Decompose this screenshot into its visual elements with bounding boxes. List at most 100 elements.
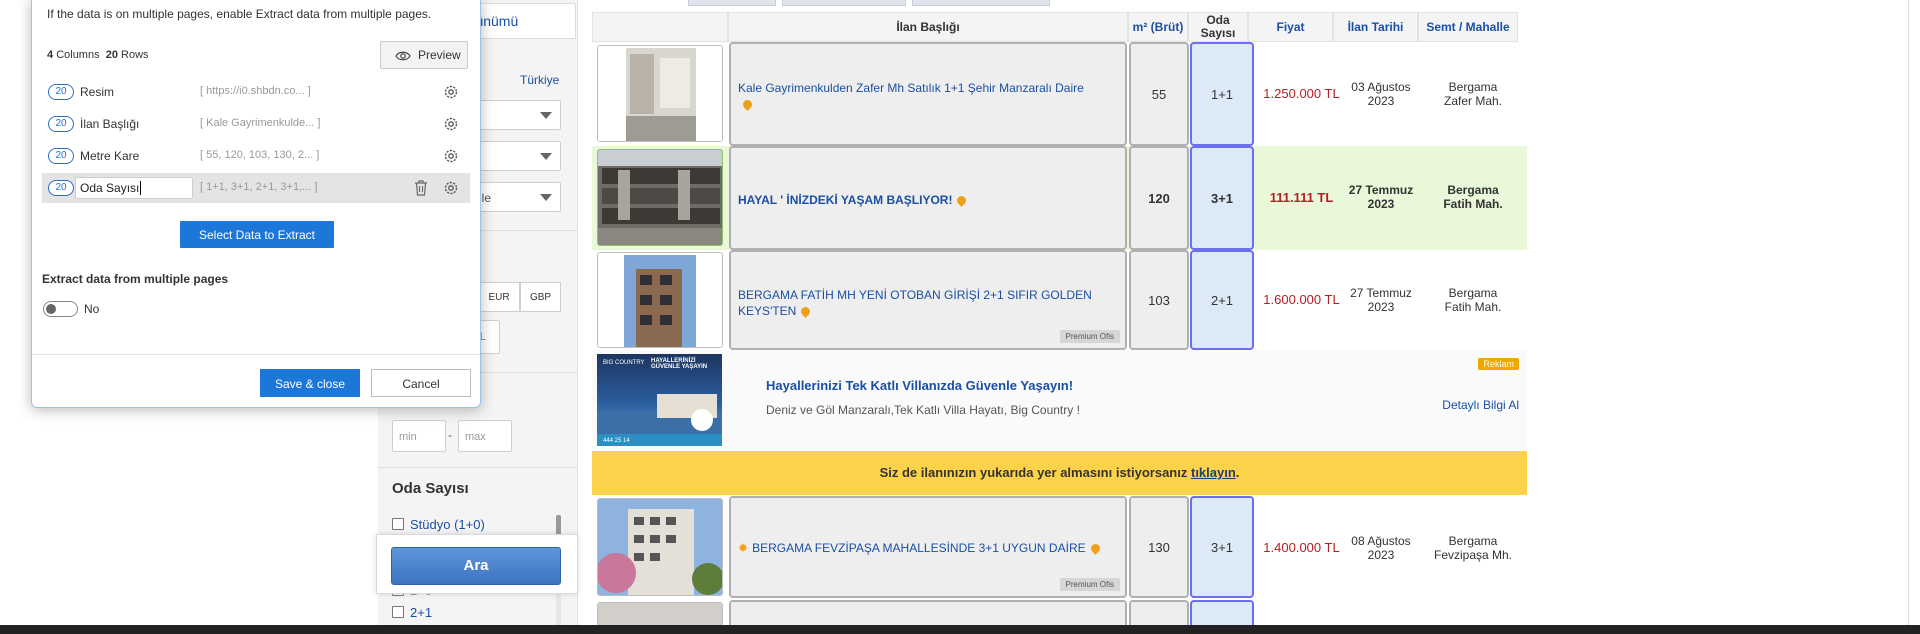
header-title[interactable]: İlan Başlığı <box>728 12 1128 42</box>
multi-page-toggle[interactable] <box>43 301 78 317</box>
title-cell[interactable]: BERGAMA FATİH MH YENİ OTOBAN GİRİŞİ 2+1 … <box>729 250 1127 350</box>
listing-thumbnail[interactable] <box>597 252 723 348</box>
title-cell[interactable]: HAYAL ' İNİZDEKİ YAŞAM BAŞLIYOR! <box>729 146 1127 250</box>
field-count-badge: 20 <box>48 148 74 164</box>
listing-date: 08 Ağustos 2023 <box>1337 534 1425 562</box>
title-cell[interactable]: ✸ BERGAMA FEVZİPAŞA MAHALLESİNDE 3+1 UYGU… <box>729 496 1127 598</box>
listing-title: Kale Gayrimenkulden Zafer Mh Satılık 1+1… <box>738 81 1084 95</box>
date-line1: 27 Temmuz <box>1350 286 1412 300</box>
field-row-metre-kare[interactable]: 20 Metre Kare [ 55, 120, 103, 130, 2... … <box>42 141 470 171</box>
rooms-value: 2+1 <box>1210 292 1234 308</box>
max-input[interactable]: max <box>458 420 512 452</box>
field-row-resim[interactable]: 20 Resim [ https://i0.shbdn.co... ] <box>42 77 470 107</box>
ad-title[interactable]: Hayallerinizi Tek Katlı Villanızda Güven… <box>766 378 1073 393</box>
table-row[interactable]: HAYAL ' İNİZDEKİ YAŞAM BAŞLIYOR! 120 3+1… <box>592 146 1527 250</box>
currency-gbp-button[interactable]: GBP <box>520 282 561 312</box>
header-date[interactable]: İlan Tarihi <box>1333 12 1418 42</box>
header-price[interactable]: Fiyat <box>1248 12 1333 42</box>
search-button[interactable]: Ara <box>391 547 561 585</box>
trash-icon[interactable] <box>413 179 429 197</box>
room-option-studio[interactable]: Stüdyo (1+0) <box>392 517 485 532</box>
checkbox[interactable] <box>392 518 404 530</box>
tab-stub[interactable] <box>782 0 906 6</box>
header-image <box>592 12 728 42</box>
save-close-button[interactable]: Save & close <box>260 369 360 397</box>
room-option-2-1[interactable]: 2+1 <box>392 605 432 620</box>
search-button-container: Ara <box>376 534 578 594</box>
price-value: 1.250.000 TL <box>1263 86 1340 101</box>
header-location[interactable]: Semt / Mahalle <box>1418 12 1518 42</box>
preview-button[interactable]: Preview <box>380 41 468 69</box>
range-dash: - <box>448 428 452 442</box>
chevron-down-icon <box>540 112 552 119</box>
field-name[interactable]: İlan Başlığı <box>80 117 139 131</box>
field-name[interactable]: Resim <box>80 85 114 99</box>
listing-title-link[interactable]: BERGAMA FATİH MH YENİ OTOBAN GİRİŞİ 2+1 … <box>738 287 1098 319</box>
select-data-button[interactable]: Select Data to Extract <box>180 221 334 248</box>
ad-headline-line2: GÜVENLE YAŞAYIN <box>651 364 708 370</box>
location: Bergama Zafer Mah. <box>1425 80 1521 108</box>
sponsored-ad[interactable]: BIG COUNTRY HAYALLERİNİZİ GÜVENLE YAŞAYIN… <box>592 350 1527 450</box>
ad-more-info-link[interactable]: Detaylı Bilgi Al <box>1442 398 1519 412</box>
gear-icon[interactable] <box>442 179 460 197</box>
promo-link[interactable]: tıklayın <box>1191 465 1236 480</box>
listing-thumbnail[interactable] <box>597 498 723 596</box>
price-value: 111.111 TL <box>1269 190 1334 205</box>
table-row[interactable]: ✸ BERGAMA FEVZİPAŞA MAHALLESİNDE 3+1 UYGU… <box>592 496 1527 598</box>
ad-image[interactable]: BIG COUNTRY HAYALLERİNİZİ GÜVENLE YAŞAYIN… <box>597 354 722 446</box>
country-link[interactable]: Türkiye <box>520 73 559 87</box>
listing-title: BERGAMA FEVZİPAŞA MAHALLESİNDE 3+1 UYGUN… <box>752 541 1086 555</box>
field-name[interactable]: Metre Kare <box>80 149 139 163</box>
m2-cell: 120 <box>1129 146 1189 250</box>
date-line1: 08 Ağustos <box>1351 534 1411 548</box>
table-row[interactable]: BERGAMA FATİH MH YENİ OTOBAN GİRİŞİ 2+1 … <box>592 250 1527 350</box>
field-row-oda-sayisi[interactable]: 20 Oda Sayısı [ 1+1, 3+1, 2+1, 3+1,... ] <box>42 173 470 203</box>
building-photo <box>598 253 722 347</box>
m2-value: 130 <box>1148 539 1170 555</box>
extraction-dialog: If the data is on multiple pages, enable… <box>31 0 481 408</box>
m2-value: 55 <box>1151 86 1167 102</box>
date-line1: 03 Ağustos <box>1351 80 1411 94</box>
promo-banner: Siz de ilanınızın yukarıda yer almasını … <box>592 451 1527 495</box>
rooms-cell: 3+1 <box>1190 496 1254 598</box>
columns-rows-summary: 4 Columns 20 Rows <box>47 49 149 61</box>
field-sample: [ Kale Gayrimenkulde... ] <box>200 117 321 129</box>
scroll-edge <box>1908 0 1909 634</box>
table-row[interactable]: Kale Gayrimenkulden Zafer Mh Satılık 1+1… <box>592 42 1527 146</box>
tab-stub[interactable] <box>688 0 776 6</box>
premium-badge: Premium Ofis <box>1059 330 1120 343</box>
listing-thumbnail[interactable] <box>597 45 723 142</box>
currency-eur-button[interactable]: EUR <box>478 282 520 312</box>
price-value: 1.600.000 TL <box>1263 292 1340 307</box>
gear-icon[interactable] <box>442 83 460 101</box>
header-m2[interactable]: m² (Brüt) <box>1128 12 1188 42</box>
screen: örünümü Türkiye lle EUR GBP TL min - max… <box>0 0 1920 634</box>
tab-stub[interactable] <box>912 0 1050 6</box>
field-row-ilan-basligi[interactable]: 20 İlan Başlığı [ Kale Gayrimenkulde... … <box>42 109 470 139</box>
listing-title-link[interactable]: ✸ BERGAMA FEVZİPAŞA MAHALLESİNDE 3+1 UYGU… <box>738 540 1118 556</box>
field-sample: [ 1+1, 3+1, 2+1, 3+1,... ] <box>200 181 318 193</box>
listing-title-link[interactable]: Kale Gayrimenkulden Zafer Mh Satılık 1+1… <box>738 80 1118 112</box>
field-name-input[interactable]: Oda Sayısı <box>75 177 193 199</box>
gear-icon[interactable] <box>442 115 460 133</box>
checkbox[interactable] <box>392 606 404 618</box>
toggle-state-label: No <box>84 302 100 316</box>
field-sample: [ 55, 120, 103, 130, 2... ] <box>200 149 320 161</box>
header-rooms[interactable]: Oda Sayısı <box>1188 12 1248 42</box>
date-line2: 2023 <box>1367 197 1395 211</box>
gear-icon[interactable] <box>442 147 460 165</box>
listing-date: 03 Ağustos 2023 <box>1337 80 1425 108</box>
listing-title-link[interactable]: HAYAL ' İNİZDEKİ YAŞAM BAŞLIYOR! <box>738 192 1118 208</box>
min-input[interactable]: min <box>392 420 446 452</box>
listing-date: 27 Temmuz 2023 <box>1337 183 1425 211</box>
room-option-label: Stüdyo (1+0) <box>410 517 485 532</box>
date-line2: 2023 <box>1367 94 1395 108</box>
listing-table: İlan Başlığı m² (Brüt) Oda Sayısı Fiyat … <box>592 0 1527 634</box>
cancel-button[interactable]: Cancel <box>371 369 471 397</box>
title-cell[interactable]: Kale Gayrimenkulden Zafer Mh Satılık 1+1… <box>729 42 1127 146</box>
preview-label: Preview <box>418 48 461 62</box>
location-district: Fatih Mah. <box>1444 300 1502 314</box>
field-count-badge: 20 <box>48 116 74 132</box>
listing-thumbnail[interactable] <box>597 149 723 246</box>
dialog-footer-divider <box>32 354 480 355</box>
